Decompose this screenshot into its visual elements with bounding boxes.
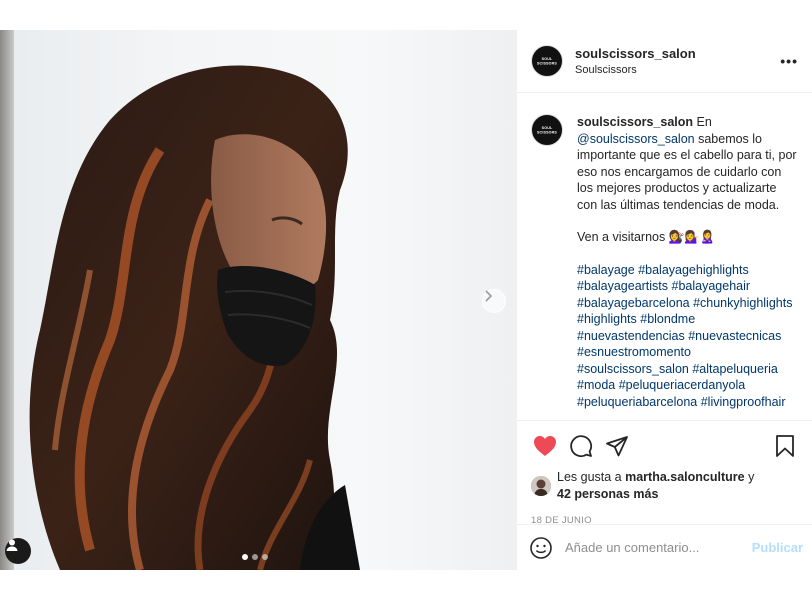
post-actions: Les gusta a martha.salonculture y 42 pers… [517, 420, 812, 526]
more-options-button[interactable]: ••• [780, 53, 798, 69]
post-header: SOUL SCISSORS soulscissors_salon Soulsci… [517, 30, 812, 93]
likes-text: Les gusta a martha.salonculture y 42 pers… [557, 469, 797, 503]
post-photo[interactable] [0, 30, 516, 570]
liker-photo [531, 476, 551, 496]
share-button[interactable] [603, 432, 631, 460]
chevron-right-icon [485, 290, 493, 302]
avatar-text: SOUL SCISSORS [536, 125, 558, 135]
header-location[interactable]: Soulscissors [575, 64, 780, 76]
hashtag-link[interactable]: #nuevastecnicas [688, 329, 781, 343]
paper-plane-icon [606, 436, 628, 457]
caption-text: soulscissors_salon En @soulscissors_salo… [577, 114, 799, 410]
like-button[interactable] [531, 432, 559, 460]
post-modal: SOUL SCISSORS soulscissors_salon Soulsci… [0, 30, 812, 570]
likes-joiner: y [744, 470, 755, 484]
carousel-dot [242, 554, 248, 560]
caption-visit: Ven a visitarnos 💇‍♀️💁‍♀️🙎‍♀️ [577, 230, 716, 244]
liker-username[interactable]: martha.salonculture [625, 470, 744, 484]
comment-icon [570, 435, 593, 458]
header-text: soulscissors_salon Soulscissors [575, 46, 780, 76]
hashtag-link[interactable]: #soulscissors_salon [577, 362, 689, 376]
action-icons [531, 431, 799, 461]
next-photo-button[interactable] [482, 289, 506, 313]
likes-others[interactable]: 42 personas más [557, 487, 658, 501]
caption-intro: En [693, 115, 712, 129]
emoji-button[interactable] [529, 536, 553, 560]
avatar[interactable]: SOUL SCISSORS [531, 45, 563, 77]
hashtag-link[interactable]: #balayagehighlights [638, 263, 749, 277]
avatar[interactable]: SOUL SCISSORS [531, 114, 563, 146]
carousel-dot [252, 554, 258, 560]
comment-form: Publicar [517, 524, 812, 570]
tagged-users-button[interactable] [5, 538, 31, 564]
hashtag-link[interactable]: #blondme [640, 312, 695, 326]
screen: SOUL SCISSORS soulscissors_salon Soulsci… [0, 0, 812, 600]
comment-button[interactable] [567, 432, 595, 460]
hashtag-link[interactable]: #balayagebarcelona [577, 296, 690, 310]
hashtag-link[interactable]: #peluqueriabarcelona [577, 395, 697, 409]
hashtag-link[interactable]: #balayagehair [672, 279, 751, 293]
smiley-icon [530, 536, 552, 559]
carousel-dot [262, 554, 268, 560]
hashtag-link[interactable]: #livingproofhair [701, 395, 786, 409]
heart-icon [534, 436, 556, 456]
bookmark-icon [776, 435, 794, 457]
publish-button[interactable]: Publicar [752, 540, 803, 555]
caption-mention[interactable]: @soulscissors_salon [577, 132, 695, 146]
post-details-panel: SOUL SCISSORS soulscissors_salon Soulsci… [516, 30, 812, 570]
caption: SOUL SCISSORS soulscissors_salon En @sou… [531, 114, 799, 410]
comments-area[interactable]: SOUL SCISSORS soulscissors_salon En @sou… [517, 94, 812, 420]
hashtag-link[interactable]: #balayageartists [577, 279, 668, 293]
save-button[interactable] [771, 432, 799, 460]
likes-summary: Les gusta a martha.salonculture y 42 pers… [531, 469, 799, 503]
hashtag-link[interactable]: #chunkyhighlights [693, 296, 792, 310]
hashtag-link[interactable]: #balayage [577, 263, 635, 277]
hashtag-link[interactable]: #altapeluqueria [692, 362, 778, 376]
comment-input[interactable] [565, 540, 752, 555]
avatar-text: SOUL SCISSORS [536, 56, 558, 66]
hashtag-link[interactable]: #nuevastendencias [577, 329, 685, 343]
hashtag-link[interactable]: #highlights [577, 312, 637, 326]
photo-illustration [29, 65, 360, 570]
user-icon [6, 539, 18, 551]
avatar[interactable] [531, 476, 551, 496]
caption-hashtags: #balayage #balayagehighlights #balayagea… [577, 262, 799, 411]
caption-username[interactable]: soulscissors_salon [577, 115, 693, 129]
likes-prefix: Les gusta a [557, 470, 626, 484]
hashtag-link[interactable]: #peluqueriacerdanyola [619, 378, 745, 392]
carousel-dots [242, 554, 268, 560]
hashtag-link[interactable]: #esnuestromomento [577, 345, 691, 359]
hashtag-link[interactable]: #moda [577, 378, 615, 392]
header-username[interactable]: soulscissors_salon [575, 46, 780, 61]
